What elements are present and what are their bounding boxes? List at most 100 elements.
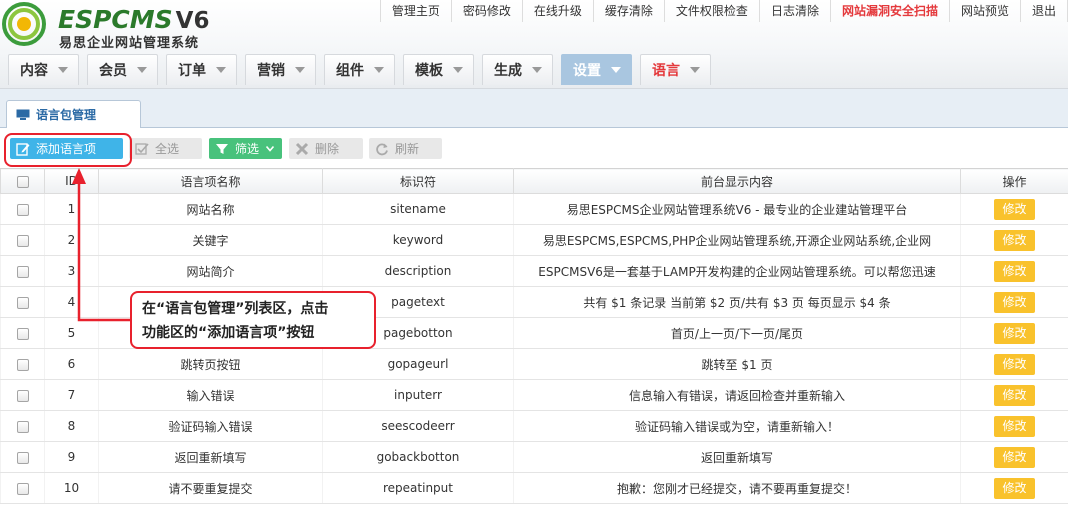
row-checkbox[interactable] (16, 420, 29, 433)
row-display: ESPCMSV6是一套基于LAMP开发构建的企业网站管理系统。可以帮您迅速 (513, 255, 961, 287)
top-nav-link[interactable]: 文件权限检查 (665, 0, 760, 22)
select-all-checkbox[interactable] (16, 175, 29, 188)
top-nav-link[interactable]: 管理主页 (381, 0, 452, 22)
edit-button[interactable]: 修改 (994, 415, 1035, 437)
refresh-button[interactable]: 刷新 (369, 138, 442, 159)
monitor-icon (16, 109, 30, 120)
row-name: 验证码输入错误 (98, 410, 323, 442)
top-nav-link[interactable]: 退出 (1021, 0, 1068, 22)
row-checkbox-cell (0, 348, 45, 380)
caret-down-icon (611, 67, 621, 73)
edit-button[interactable]: 修改 (994, 477, 1035, 499)
row-name: 返回重新填写 (98, 441, 323, 473)
row-name: 网站名称 (98, 193, 323, 225)
table-row: 2 关键字 keyword 易思ESPCMS,ESPCMS,PHP企业网站管理系统,开… (0, 224, 1068, 256)
row-action-cell: 修改 (960, 193, 1068, 225)
top-nav-link[interactable]: 缓存清除 (594, 0, 665, 22)
caret-down-icon (374, 67, 384, 73)
row-display: 易思ESPCMS企业网站管理系统V6 - 最专业的企业建站管理平台 (513, 193, 961, 225)
main-nav-tab[interactable]: 营销 (245, 54, 316, 85)
edit-button[interactable]: 修改 (994, 322, 1035, 344)
row-key: sitename (322, 193, 514, 225)
tab-label: 语言包管理 (36, 108, 97, 122)
row-checkbox-cell (0, 193, 45, 225)
select-all-button[interactable]: 全选 (129, 138, 202, 159)
top-nav-link[interactable]: 日志清除 (760, 0, 831, 22)
checkbox-icon (135, 142, 149, 155)
edit-button[interactable]: 修改 (994, 384, 1035, 406)
main-nav-tab[interactable]: 设置 (561, 54, 632, 85)
row-checkbox-cell (0, 379, 45, 411)
delete-label: 删除 (315, 142, 340, 156)
header-action: 操作 (960, 168, 1068, 194)
row-checkbox-cell (0, 317, 45, 349)
edit-button[interactable]: 修改 (994, 353, 1035, 375)
edit-button[interactable]: 修改 (994, 198, 1035, 220)
row-id: 10 (44, 472, 99, 504)
row-checkbox[interactable] (16, 234, 29, 247)
main-nav-tab-label: 生成 (494, 63, 522, 79)
row-checkbox[interactable] (16, 451, 29, 464)
main-nav-tab-label: 订单 (178, 63, 206, 79)
row-display: 抱歉：您刚才已经提交，请不要再重复提交！ (513, 472, 961, 504)
row-id: 1 (44, 193, 99, 225)
header-display: 前台显示内容 (513, 168, 961, 194)
row-checkbox-cell (0, 286, 45, 318)
table-row: 6 跳转页按钮 gopageurl 跳转至 $1 页 修改 (0, 348, 1068, 380)
table-row: 8 验证码输入错误 seescodeerr 验证码输入错误或为空，请重新输入！ 修改 (0, 410, 1068, 442)
caret-down-icon (295, 67, 305, 73)
main-nav: 内容 会员 订单 营销 组件 模板 生成 设置 语言 (8, 54, 719, 85)
main-nav-tab[interactable]: 内容 (8, 54, 79, 85)
row-name: 网站简介 (98, 255, 323, 287)
logo-subtitle: 易思企业网站管理系统 (59, 36, 200, 51)
edit-button[interactable]: 修改 (994, 229, 1035, 251)
toolbar: 添加语言项 全选 筛选 删除 刷新 (0, 128, 1068, 168)
row-checkbox[interactable] (16, 203, 29, 216)
filter-button[interactable]: 筛选 (209, 138, 282, 159)
header: ESPCMS V6 易思企业网站管理系统 管理主页 密码修改 在线升级 缓存清除 文件权限… (0, 0, 1068, 89)
tab-language-pack[interactable]: 语言包管理 (6, 100, 141, 128)
row-checkbox[interactable] (16, 482, 29, 495)
row-display: 首页/上一页/下一页/尾页 (513, 317, 961, 349)
edit-button[interactable]: 修改 (994, 291, 1035, 313)
espcms-logo[interactable]: ESPCMS V6 易思企业网站管理系统 (2, 2, 222, 51)
row-id: 4 (44, 286, 99, 318)
header-key: 标识符 (322, 168, 514, 194)
top-nav-link[interactable]: 在线升级 (523, 0, 594, 22)
main-nav-tab[interactable]: 订单 (166, 54, 237, 85)
main-nav-tab[interactable]: 模板 (403, 54, 474, 85)
main-nav-tab[interactable]: 组件 (324, 54, 395, 85)
row-key: description (322, 255, 514, 287)
main-nav-tab-label: 组件 (336, 63, 364, 79)
row-checkbox[interactable] (16, 265, 29, 278)
caret-down-icon (216, 67, 226, 73)
row-name: 输入错误 (98, 379, 323, 411)
row-action-cell: 修改 (960, 224, 1068, 256)
top-nav-link[interactable]: 密码修改 (452, 0, 523, 22)
caret-down-icon (453, 67, 463, 73)
main-nav-tab[interactable]: 会员 (87, 54, 158, 85)
main-nav-tab[interactable]: 生成 (482, 54, 553, 85)
row-checkbox[interactable] (16, 358, 29, 371)
edit-button[interactable]: 修改 (994, 260, 1035, 282)
callout-line-2: 功能区的“添加语言项”按钮 (142, 325, 315, 341)
caret-down-icon (690, 67, 700, 73)
top-nav-link[interactable]: 网站预览 (950, 0, 1021, 22)
header-id[interactable]: ID (44, 168, 99, 194)
row-key: repeatinput (322, 472, 514, 504)
table-row: 3 网站简介 description ESPCMSV6是一套基于LAMP开发构建的企业… (0, 255, 1068, 287)
caret-down-icon (532, 67, 542, 73)
chevron-down-icon (266, 145, 275, 152)
main-nav-tab[interactable]: 语言 (640, 54, 711, 85)
row-action-cell: 修改 (960, 286, 1068, 318)
edit-button[interactable]: 修改 (994, 446, 1035, 468)
main-nav-tab-label: 语言 (652, 63, 680, 79)
row-checkbox[interactable] (16, 327, 29, 340)
row-checkbox[interactable] (16, 389, 29, 402)
row-checkbox[interactable] (16, 296, 29, 309)
row-id: 7 (44, 379, 99, 411)
row-checkbox-cell (0, 472, 45, 504)
delete-button[interactable]: 删除 (289, 138, 363, 159)
top-nav-link[interactable]: 网站漏洞安全扫描 (831, 0, 950, 22)
row-name: 跳转页按钮 (98, 348, 323, 380)
